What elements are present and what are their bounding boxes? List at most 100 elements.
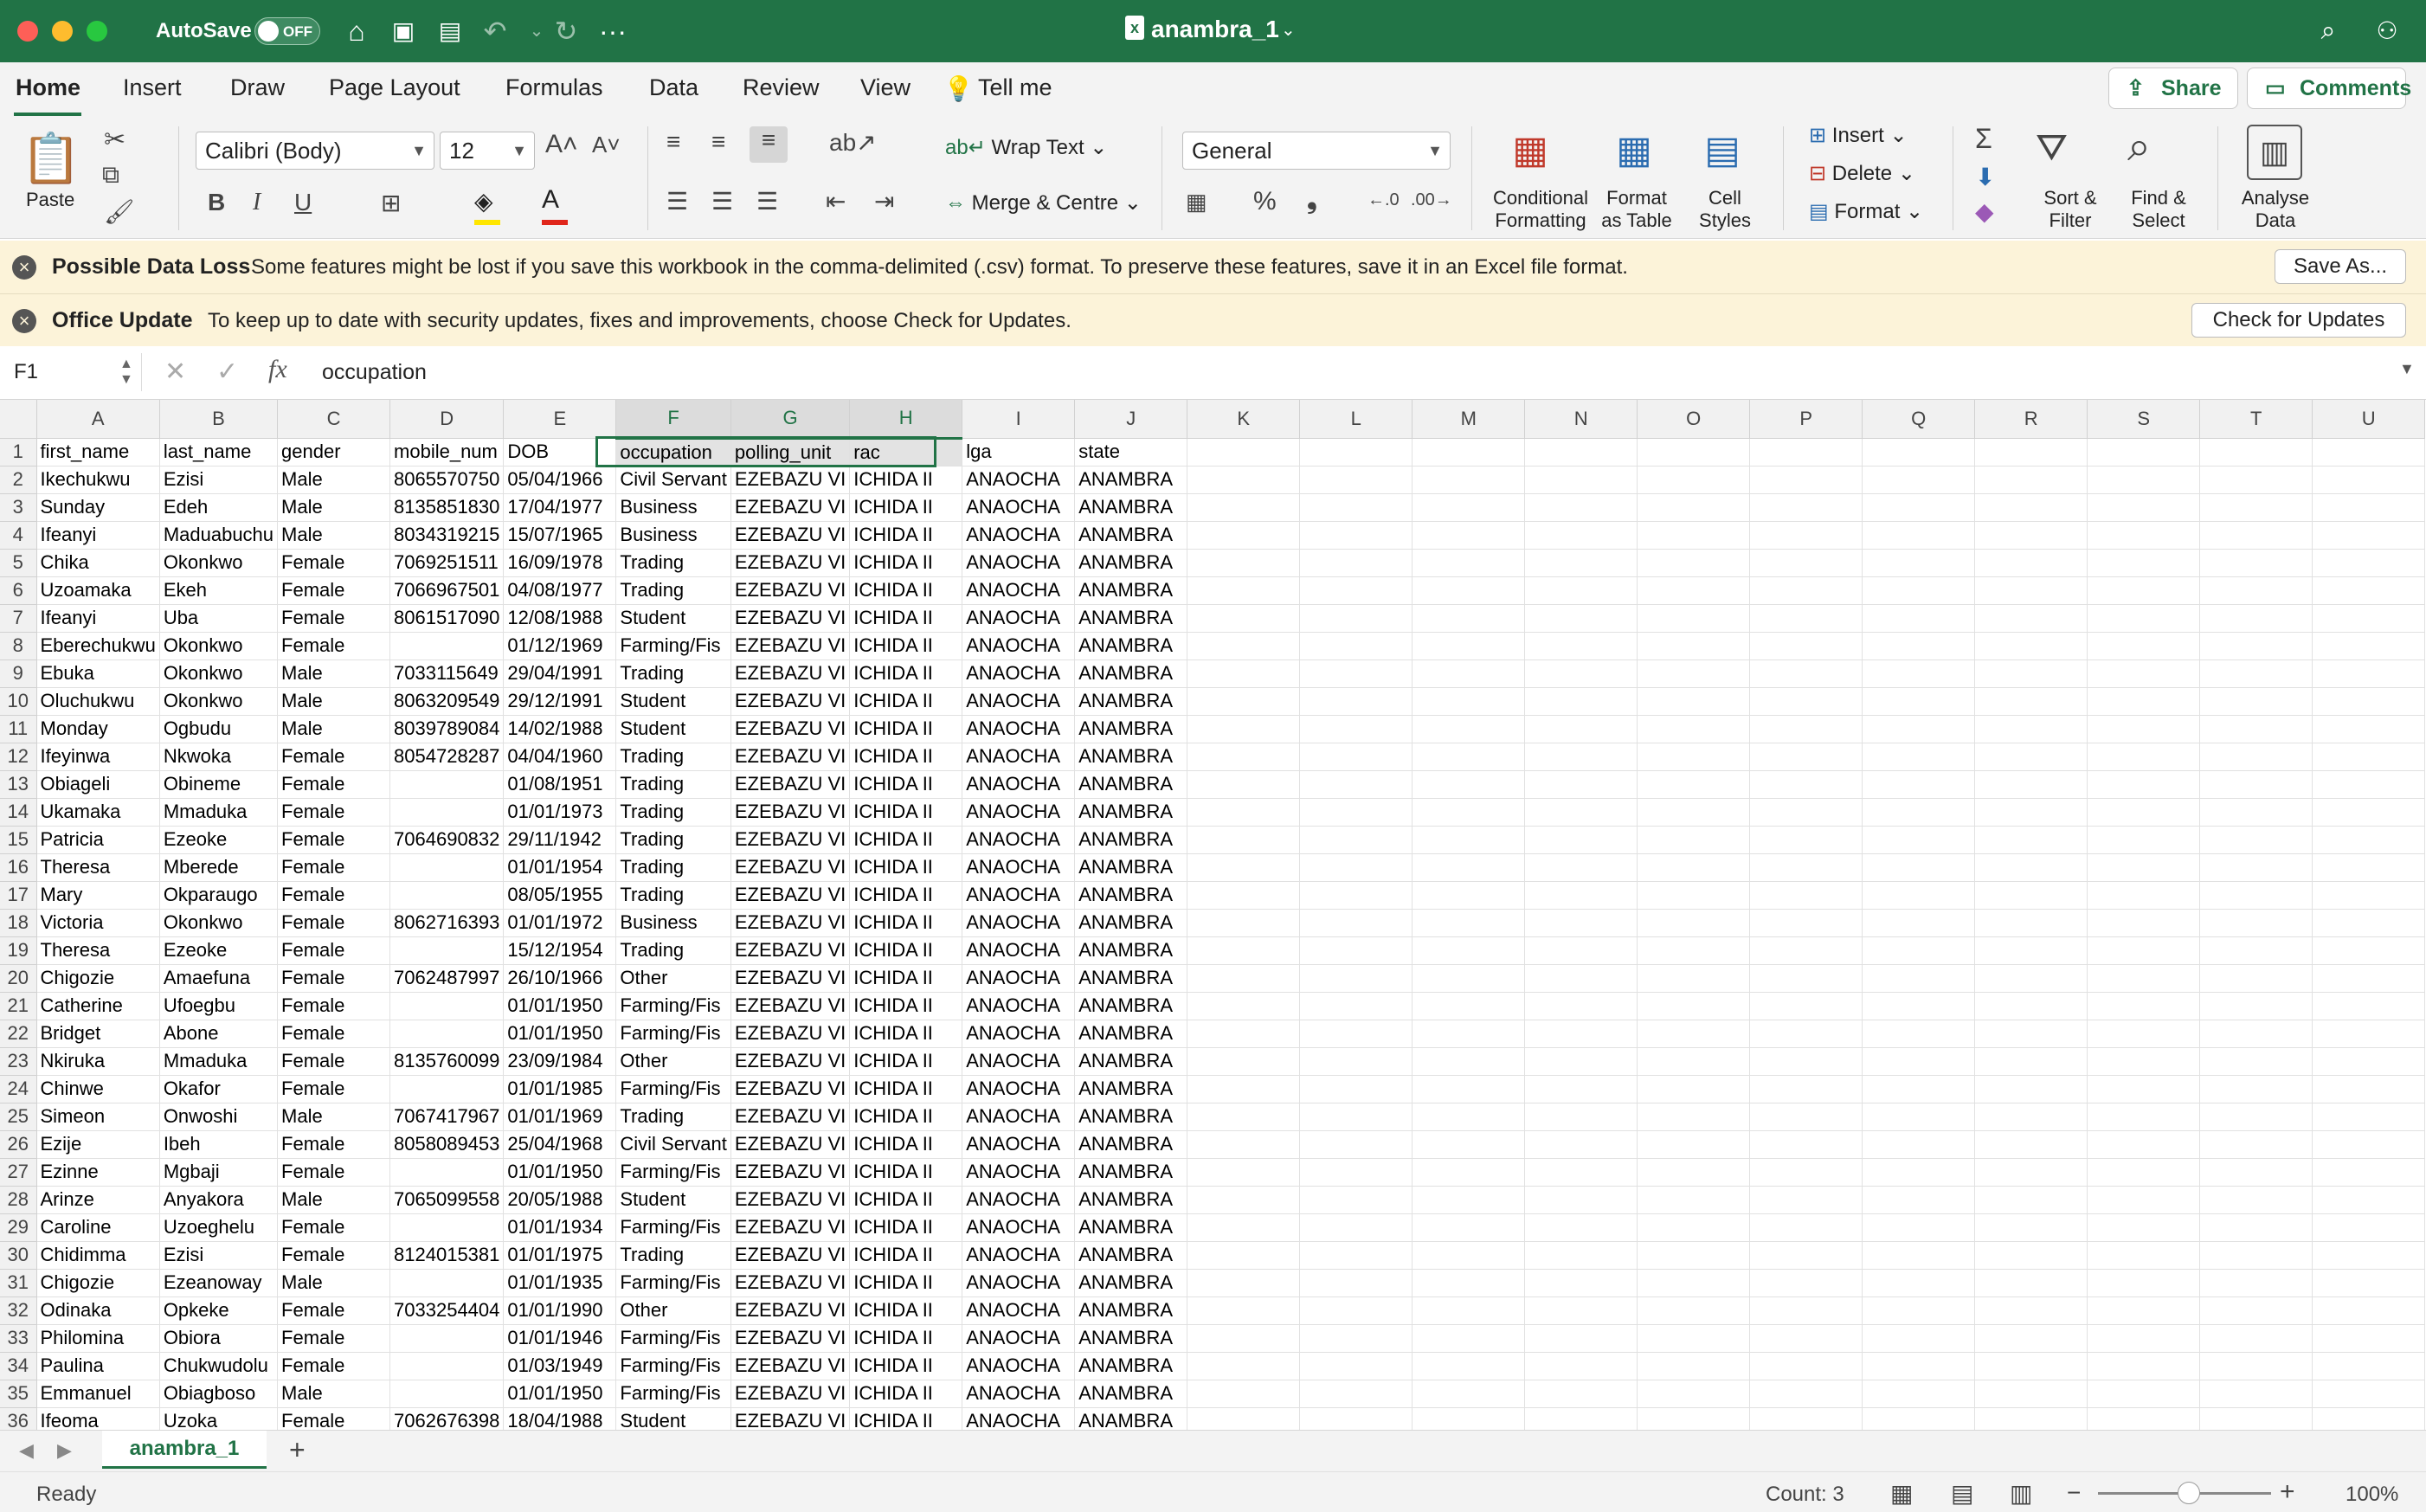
cell[interactable]: Male — [277, 687, 391, 716]
cell[interactable] — [2087, 438, 2201, 466]
cell[interactable] — [1412, 1130, 1526, 1159]
cell[interactable] — [2312, 1158, 2426, 1187]
cell[interactable] — [2199, 1407, 2313, 1430]
cell[interactable] — [1637, 1296, 1751, 1325]
increase-decimal-icon[interactable]: ←.0 — [1367, 190, 1400, 210]
cell[interactable]: Female — [277, 881, 391, 910]
cell[interactable] — [2199, 909, 2313, 937]
cell[interactable]: Female — [277, 604, 391, 633]
cell[interactable]: Ukamaka — [36, 798, 160, 827]
row-header[interactable]: 9 — [0, 659, 37, 688]
name-box[interactable]: F1 ▲ ▼ — [0, 353, 142, 391]
cell[interactable] — [2312, 1075, 2426, 1103]
cell[interactable] — [1749, 1213, 1863, 1242]
cell[interactable] — [2199, 936, 2313, 965]
cell[interactable]: Okafor — [159, 1075, 279, 1103]
cell[interactable]: 01/01/1950 — [503, 1380, 617, 1408]
sort-filter-button[interactable]: Sort & Filter — [2036, 187, 2105, 232]
cell[interactable]: Mberede — [159, 853, 279, 882]
cell[interactable]: EZEBAZU VI — [730, 1186, 851, 1214]
cell[interactable] — [1974, 798, 2088, 827]
cell[interactable] — [2087, 715, 2201, 743]
cell[interactable] — [2312, 438, 2426, 466]
cell[interactable]: EZEBAZU VI — [730, 687, 851, 716]
cell[interactable]: ANAMBRA — [1074, 1213, 1188, 1242]
cell[interactable] — [1412, 1186, 1526, 1214]
cell[interactable]: Female — [277, 1352, 391, 1380]
cell[interactable]: Civil Servant — [615, 466, 731, 494]
cell[interactable]: ICHIDA II — [849, 1269, 963, 1297]
fill-color-icon[interactable]: ◈ — [474, 187, 500, 225]
cell[interactable] — [2087, 770, 2201, 799]
cell[interactable]: Male — [277, 1380, 391, 1408]
cell[interactable]: Female — [277, 1075, 391, 1103]
cell[interactable] — [1637, 1075, 1751, 1103]
cell[interactable] — [1299, 604, 1413, 633]
cell[interactable] — [1412, 1158, 1526, 1187]
cell[interactable] — [1524, 1380, 1638, 1408]
column-header[interactable]: U — [2312, 400, 2426, 439]
column-header[interactable]: B — [159, 400, 279, 439]
cell[interactable]: Mmaduka — [159, 1047, 279, 1076]
cell[interactable] — [1749, 1130, 1863, 1159]
cell[interactable] — [2312, 1241, 2426, 1270]
cell[interactable] — [2199, 715, 2313, 743]
cell[interactable] — [1187, 1130, 1301, 1159]
cell[interactable] — [1862, 521, 1976, 550]
cell[interactable] — [2087, 992, 2201, 1020]
cell[interactable] — [1187, 632, 1301, 660]
tab-data[interactable]: Data — [646, 71, 702, 105]
cell[interactable] — [1974, 1407, 2088, 1430]
cell[interactable] — [1412, 909, 1526, 937]
cell[interactable] — [2312, 770, 2426, 799]
cell[interactable]: ANAOCHA — [962, 1213, 1076, 1242]
cell[interactable] — [1412, 1407, 1526, 1430]
cell[interactable] — [2199, 1296, 2313, 1325]
cell[interactable] — [2312, 853, 2426, 882]
cell[interactable]: Nkwoka — [159, 743, 279, 771]
cell[interactable] — [1862, 1103, 1976, 1131]
cell[interactable] — [389, 1075, 505, 1103]
cell[interactable]: ANAMBRA — [1074, 992, 1188, 1020]
cell[interactable] — [1862, 881, 1976, 910]
cell[interactable]: EZEBAZU VI — [730, 743, 851, 771]
cell[interactable] — [1862, 549, 1976, 577]
cell[interactable] — [1637, 1213, 1751, 1242]
cell[interactable]: ANAOCHA — [962, 1020, 1076, 1048]
cell[interactable] — [1299, 1296, 1413, 1325]
cell[interactable] — [2312, 798, 2426, 827]
increase-indent-icon[interactable]: ⇥ — [874, 187, 894, 216]
cell-styles-button[interactable]: Cell Styles — [1695, 187, 1755, 232]
cell[interactable]: Odinaka — [36, 1296, 160, 1325]
column-header[interactable]: S — [2087, 400, 2201, 439]
cell[interactable] — [1299, 1020, 1413, 1048]
cell[interactable] — [1412, 1269, 1526, 1297]
cell[interactable] — [1299, 853, 1413, 882]
cell[interactable]: EZEBAZU VI — [730, 1103, 851, 1131]
cell[interactable] — [1974, 466, 2088, 494]
cell[interactable]: 8135760099 — [389, 1047, 505, 1076]
row-header[interactable]: 23 — [0, 1047, 37, 1076]
cell[interactable] — [1524, 659, 1638, 688]
delete-cells-button[interactable]: ⊟ Delete ⌄ — [1809, 163, 1915, 185]
cell[interactable]: 01/01/1950 — [503, 1158, 617, 1187]
underline-icon[interactable]: U — [294, 189, 312, 216]
cell[interactable] — [1412, 549, 1526, 577]
cell[interactable] — [1749, 853, 1863, 882]
cell[interactable] — [1524, 521, 1638, 550]
cell[interactable]: Catherine — [36, 992, 160, 1020]
cell[interactable] — [2087, 743, 2201, 771]
find-select-button[interactable]: Find & Select — [2122, 187, 2195, 232]
cell[interactable] — [1299, 881, 1413, 910]
cell[interactable]: ANAOCHA — [962, 798, 1076, 827]
cut-icon[interactable]: ✂ — [104, 125, 125, 155]
cell[interactable] — [1187, 1186, 1301, 1214]
cell[interactable]: Farming/Fis — [615, 1324, 731, 1353]
cell[interactable] — [1299, 1047, 1413, 1076]
cell[interactable]: EZEBAZU VI — [730, 770, 851, 799]
align-right-icon[interactable]: ☰ — [756, 187, 778, 216]
cell[interactable] — [1862, 687, 1976, 716]
cell[interactable]: ICHIDA II — [849, 1103, 963, 1131]
cell[interactable] — [1749, 1020, 1863, 1048]
column-header[interactable]: K — [1187, 400, 1301, 439]
